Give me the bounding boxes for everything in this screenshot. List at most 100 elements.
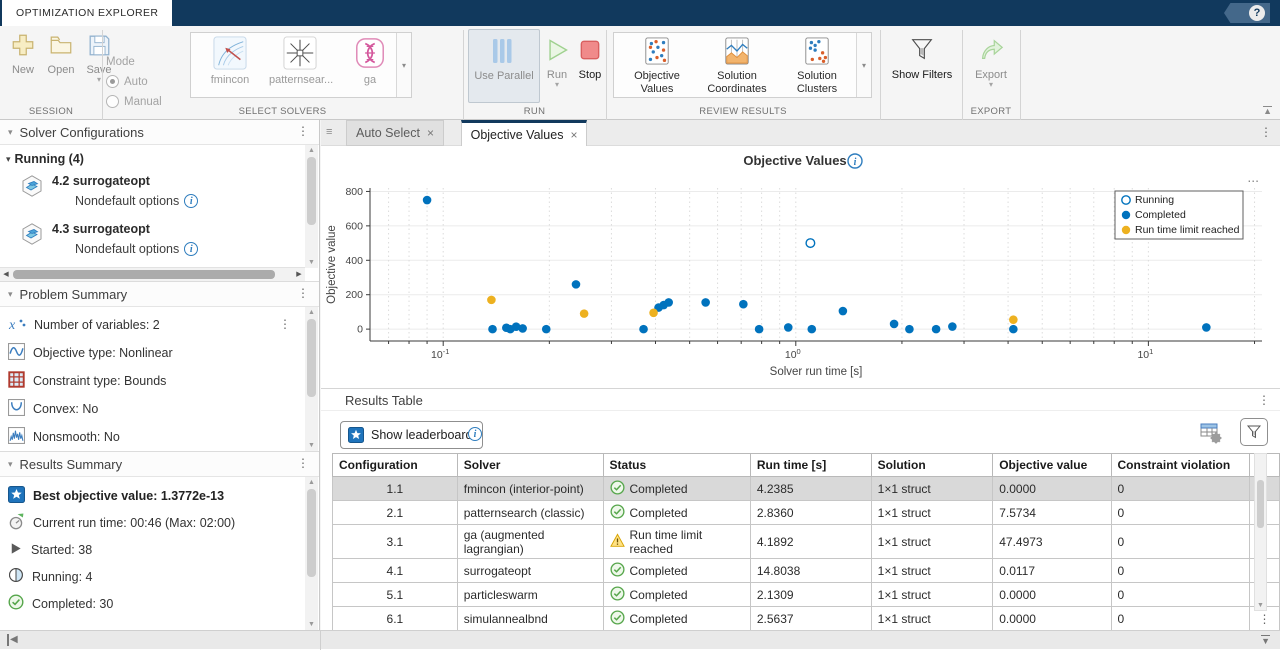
column-header-status[interactable]: Status xyxy=(603,454,750,477)
collapse-panel-down-icon[interactable]: ▼ xyxy=(1261,635,1270,646)
column-header-run-time-s-[interactable]: Run time [s] xyxy=(750,454,871,477)
results-summary-item[interactable]: Best objective value: 1.3772e-13 xyxy=(0,482,319,509)
column-header-solution[interactable]: Solution xyxy=(871,454,993,477)
panel-menu-icon[interactable] xyxy=(297,286,309,300)
mode-auto-radio[interactable]: Auto xyxy=(106,75,186,88)
data-point-completed[interactable] xyxy=(932,325,941,334)
tab-close-icon[interactable] xyxy=(570,128,577,142)
data-point-completed[interactable] xyxy=(701,298,710,307)
chart-options-button[interactable]: ... xyxy=(1247,169,1259,185)
table-row-5.1[interactable]: 5.1particleswarmCompleted2.13091×1 struc… xyxy=(333,583,1280,607)
panel-menu-icon[interactable] xyxy=(297,124,309,138)
leaderboard-info-icon[interactable]: i xyxy=(468,427,482,441)
results-summary-item[interactable]: Current run time: 00:46 (Max: 02:00) xyxy=(0,509,319,536)
collapse-panel-icon[interactable]: ▾ xyxy=(8,289,13,300)
problem-summary-item[interactable]: Objective type: Nonlinear xyxy=(0,339,319,367)
column-header-configuration[interactable]: Configuration xyxy=(333,454,458,477)
table-filter-button[interactable] xyxy=(1240,418,1268,446)
data-point-completed[interactable] xyxy=(905,325,914,334)
data-point-completed[interactable] xyxy=(784,323,793,332)
splitter[interactable] xyxy=(320,631,321,650)
table-settings-icon[interactable] xyxy=(1198,420,1224,449)
data-point-completed[interactable] xyxy=(1009,325,1018,334)
collapse-sidebar-icon[interactable]: ◀ xyxy=(7,634,18,646)
solver-configurations-header[interactable]: ▾ Solver Configurations xyxy=(0,120,319,145)
info-icon[interactable]: i xyxy=(184,194,198,208)
data-point-completed[interactable] xyxy=(890,320,899,329)
run-button[interactable]: Run ▾ xyxy=(543,29,571,89)
collapse-toolstrip-button[interactable]: ▲ xyxy=(1263,106,1272,116)
data-point-run-time-limit-reached[interactable] xyxy=(1009,315,1018,324)
table-row-4.1[interactable]: 4.1surrogateoptCompleted14.80381×1 struc… xyxy=(333,559,1280,583)
solver-gallery-item-ga[interactable]: ga xyxy=(339,36,401,86)
help-button[interactable]: ? xyxy=(1224,3,1270,23)
data-point-completed[interactable] xyxy=(542,325,551,334)
results-summary-item[interactable]: Running: 4 xyxy=(0,563,319,590)
problem-summary-header[interactable]: ▾ Problem Summary xyxy=(0,281,319,307)
open-button[interactable]: Open xyxy=(42,30,80,76)
tab-close-icon[interactable] xyxy=(427,126,434,140)
data-point-running[interactable] xyxy=(806,239,815,248)
running-group[interactable]: ▾ Running (4) xyxy=(6,152,319,166)
panel-menu-icon[interactable] xyxy=(1258,393,1270,407)
problem-summary-item[interactable]: Constraint type: Bounds xyxy=(0,367,319,395)
solver-config-item-4.3[interactable]: 4.3 surrogateoptNondefault optionsi xyxy=(20,220,319,262)
solver-config-vscrollbar[interactable]: ▲ ▼ xyxy=(305,145,318,268)
data-point-completed[interactable] xyxy=(948,322,957,331)
tab-auto-select[interactable]: Auto Select xyxy=(346,120,444,146)
table-row-1.1[interactable]: 1.1fmincon (interior-point)Completed4.23… xyxy=(333,477,1280,501)
data-point-completed[interactable] xyxy=(839,307,848,316)
data-point-completed[interactable] xyxy=(664,298,673,307)
solver-config-hscrollbar[interactable]: ◀ ▶ xyxy=(0,267,305,281)
tabbar-menu-icon[interactable] xyxy=(1260,125,1272,139)
problem-summary-vscrollbar[interactable]: ▲ ▼ xyxy=(305,307,318,451)
data-point-completed[interactable] xyxy=(739,300,748,309)
collapse-panel-icon[interactable]: ▾ xyxy=(8,127,13,138)
results-summary-header[interactable]: ▾ Results Summary xyxy=(0,451,319,477)
results-summary-item[interactable]: Started: 38 xyxy=(0,536,319,563)
export-dropdown-arrow[interactable]: ▾ xyxy=(968,81,1014,89)
app-tab[interactable]: OPTIMIZATION EXPLORER xyxy=(2,0,172,26)
results-summary-vscrollbar[interactable]: ▲ ▼ xyxy=(305,477,318,630)
tab-objective-values[interactable]: Objective Values xyxy=(461,120,588,146)
tab-list-icon[interactable]: ≡ xyxy=(326,126,332,138)
data-point-completed[interactable] xyxy=(755,325,764,334)
new-button[interactable]: New xyxy=(4,30,42,76)
data-point-run-time-limit-reached[interactable] xyxy=(649,308,658,317)
panel-menu-icon[interactable] xyxy=(297,456,309,470)
data-point-completed[interactable] xyxy=(807,325,816,334)
data-point-completed[interactable] xyxy=(1202,323,1211,332)
table-row-3.1[interactable]: 3.1ga (augmented lagrangian)Run time lim… xyxy=(333,525,1280,559)
solver-gallery-dropdown[interactable]: ▾ xyxy=(396,33,411,97)
column-header-objective-value[interactable]: Objective value xyxy=(993,454,1111,477)
results-table-header[interactable]: Results Table xyxy=(321,388,1280,411)
solver-config-item-4.2[interactable]: 4.2 surrogateoptNondefault optionsi xyxy=(20,172,319,214)
problem-summary-item[interactable]: xNumber of variables: 2 xyxy=(0,311,319,339)
problem-summary-item[interactable]: Nonsmooth: No xyxy=(0,423,319,451)
run-dropdown-arrow[interactable]: ▾ xyxy=(543,81,571,89)
data-point-completed[interactable] xyxy=(639,325,648,334)
use-parallel-toggle[interactable]: Use Parallel xyxy=(468,29,540,103)
table-vscrollbar[interactable]: ▼ xyxy=(1254,453,1267,611)
review-gallery-dropdown[interactable]: ▾ xyxy=(856,33,871,97)
column-header-solver[interactable]: Solver xyxy=(457,454,603,477)
item-menu-icon[interactable] xyxy=(279,317,291,331)
collapse-group-icon[interactable]: ▾ xyxy=(6,154,11,165)
data-point-completed[interactable] xyxy=(423,196,432,205)
table-row-6.1[interactable]: 6.1simulannealbndCompleted2.56371×1 stru… xyxy=(333,607,1280,631)
review-button-sol_clusters[interactable]: SolutionClusters xyxy=(778,36,856,96)
problem-summary-item[interactable]: Convex: No xyxy=(0,395,319,423)
info-icon[interactable]: i xyxy=(184,242,198,256)
data-point-run-time-limit-reached[interactable] xyxy=(487,296,496,305)
data-point-completed[interactable] xyxy=(518,324,527,333)
column-header-constraint-violation[interactable]: Constraint violation xyxy=(1111,454,1250,477)
show-leaderboard-button[interactable]: Show leaderboard xyxy=(340,421,483,449)
solver-gallery-item-patternsearch[interactable]: patternsear... xyxy=(269,36,331,86)
export-button[interactable]: Export ▾ xyxy=(968,29,1014,89)
collapse-panel-icon[interactable]: ▾ xyxy=(8,459,13,470)
data-point-completed[interactable] xyxy=(488,325,497,334)
stop-button[interactable]: Stop xyxy=(576,29,604,81)
data-point-run-time-limit-reached[interactable] xyxy=(580,309,589,318)
scatter-plot[interactable]: Objective Valuesi...020040060080010-1100… xyxy=(321,146,1280,388)
review-button-obj_values[interactable]: ObjectiveValues xyxy=(618,36,696,96)
